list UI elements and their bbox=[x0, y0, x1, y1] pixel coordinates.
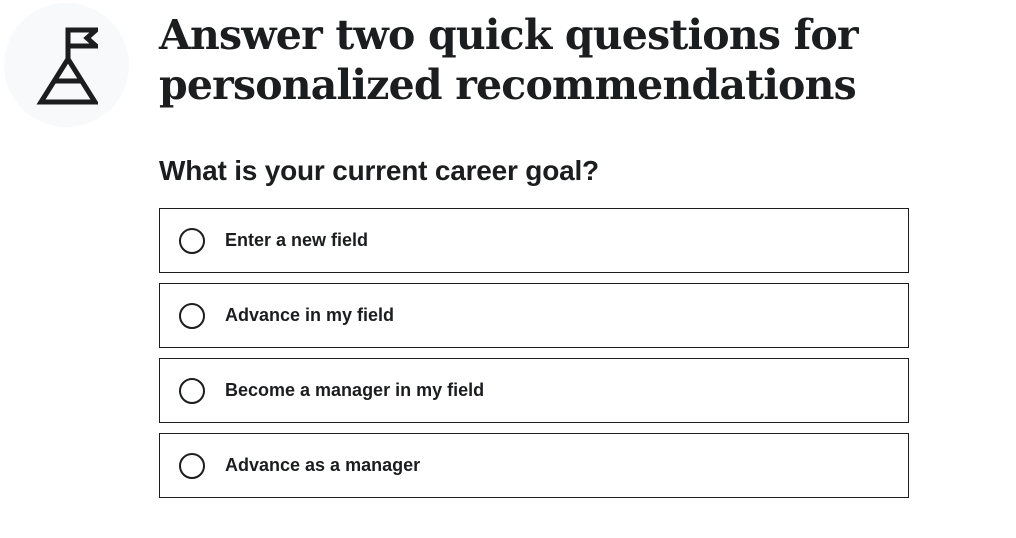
option-label: Advance in my field bbox=[225, 305, 395, 325]
icon-container bbox=[4, 3, 129, 127]
radio-button[interactable] bbox=[179, 452, 205, 479]
option-advance-in-field[interactable]: Advance in my field bbox=[159, 283, 909, 348]
radio-button[interactable] bbox=[179, 377, 205, 404]
radio-button[interactable] bbox=[179, 302, 205, 329]
option-become-manager[interactable]: Become a manager in my field bbox=[159, 358, 909, 423]
summit-flag-icon bbox=[36, 27, 98, 105]
question-heading: What is your current career goal? bbox=[159, 155, 599, 186]
radio-button[interactable] bbox=[179, 227, 205, 254]
career-goal-options: Enter a new field Advance in my field Be… bbox=[159, 208, 909, 508]
option-label: Become a manager in my field bbox=[225, 380, 485, 400]
option-label: Advance as a manager bbox=[225, 455, 421, 475]
page-title: Answer two quick questions for personali… bbox=[159, 11, 859, 109]
option-advance-as-manager[interactable]: Advance as a manager bbox=[159, 433, 909, 498]
option-label: Enter a new field bbox=[225, 230, 369, 250]
option-enter-new-field[interactable]: Enter a new field bbox=[159, 208, 909, 273]
